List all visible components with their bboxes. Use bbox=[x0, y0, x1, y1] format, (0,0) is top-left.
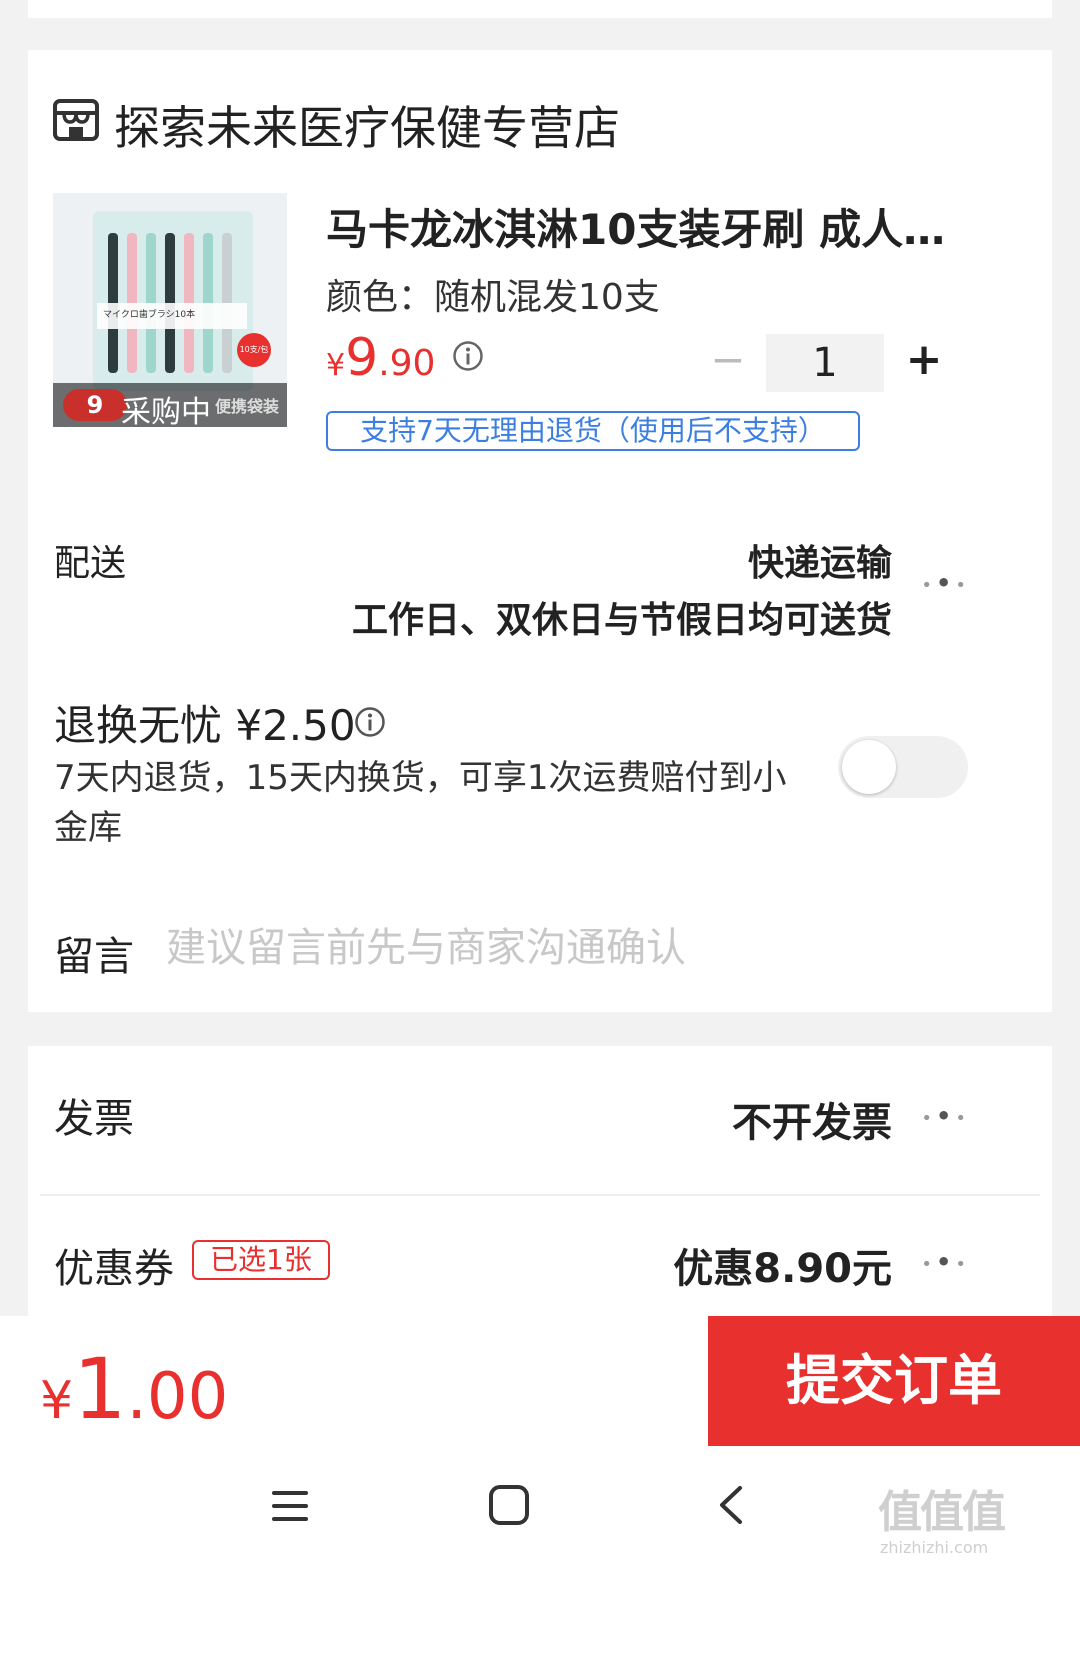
image-price-pill: 9 bbox=[63, 389, 127, 421]
menu-icon[interactable] bbox=[270, 1488, 310, 1524]
delivery-more-icon[interactable]: ••• bbox=[921, 569, 970, 597]
message-label: 留言 bbox=[54, 934, 134, 980]
bottom-bar: ¥1.00 提交订单 值值值 zhizhizhi.com bbox=[0, 1316, 1080, 1658]
product-image[interactable]: マイクロ歯ブラシ10本 10支/包 9 便携袋装 采购中 bbox=[53, 193, 287, 427]
return-policy-tag: 支持7天无理由退货（使用后不支持） bbox=[326, 411, 860, 451]
price-symbol: ¥ bbox=[326, 348, 346, 383]
order-card: 探索未来医疗保健专营店 マイクロ歯ブラシ10本 10支/包 9 便携袋装 采购中… bbox=[28, 50, 1052, 1012]
home-icon[interactable] bbox=[488, 1484, 530, 1526]
delivery-note[interactable]: 工作日、双休日与节假日均可送货 bbox=[352, 591, 892, 643]
message-input[interactable] bbox=[164, 918, 868, 978]
quantity-input[interactable]: 1 bbox=[766, 334, 884, 392]
return-service-title: 退换无忧 ¥2.50 bbox=[54, 701, 356, 750]
price-integer: 9 bbox=[345, 328, 379, 388]
coupon-more-icon[interactable]: ••• bbox=[921, 1248, 970, 1276]
return-service-info-icon[interactable] bbox=[354, 706, 386, 738]
product-title[interactable]: 马卡龙冰淇淋10支装牙刷 成人… bbox=[326, 196, 945, 257]
back-icon[interactable] bbox=[716, 1484, 746, 1526]
top-card-edge bbox=[28, 0, 1052, 18]
divider bbox=[40, 1194, 1040, 1196]
watermark-logo: 值值值 bbox=[878, 1487, 1006, 1538]
product-spec: 颜色：随机混发10支 bbox=[326, 277, 660, 318]
price-decimal: .90 bbox=[378, 343, 436, 384]
coupon-label: 优惠券 bbox=[54, 1246, 174, 1292]
return-service-desc-line2: 金库 bbox=[54, 808, 122, 848]
purchasing-overlay: 采购中 bbox=[121, 395, 211, 427]
quantity-plus-button[interactable]: + bbox=[900, 332, 948, 388]
store-name[interactable]: 探索未来医疗保健专营店 bbox=[114, 92, 620, 158]
total-decimal: .00 bbox=[126, 1360, 229, 1434]
delivery-label: 配送 bbox=[54, 543, 127, 584]
watermark-url: zhizhizhi.com bbox=[880, 1538, 989, 1557]
submit-order-button[interactable]: 提交订单 bbox=[708, 1316, 1080, 1446]
coupon-selected-badge: 已选1张 bbox=[192, 1240, 330, 1280]
store-icon bbox=[53, 99, 99, 141]
image-side-text: 便携袋装 bbox=[215, 397, 280, 416]
invoice-coupon-card: 发票 不开发票 ••• 优惠券 已选1张 优惠8.90元 ••• bbox=[28, 1046, 1052, 1316]
invoice-label: 发票 bbox=[54, 1096, 134, 1142]
coupon-value[interactable]: 优惠8.90元 bbox=[673, 1236, 892, 1294]
total-integer: 1 bbox=[73, 1340, 127, 1438]
image-price: 9 bbox=[86, 391, 104, 419]
invoice-more-icon[interactable]: ••• bbox=[921, 1102, 970, 1130]
pack-caption: マイクロ歯ブラシ10本 bbox=[103, 310, 196, 320]
invoice-value[interactable]: 不开发票 bbox=[732, 1090, 892, 1148]
quantity-minus-button[interactable]: − bbox=[708, 332, 748, 388]
return-service-desc-line1: 7天内退货，15天内换货，可享1次运费赔付到小 bbox=[54, 758, 787, 798]
return-service-toggle[interactable] bbox=[838, 736, 968, 798]
toggle-knob bbox=[842, 740, 896, 794]
pack-badge: 10支/包 bbox=[237, 333, 271, 367]
price-info-icon[interactable] bbox=[452, 340, 484, 372]
total-symbol: ¥ bbox=[40, 1371, 74, 1431]
total-price: ¥1.00 bbox=[40, 1340, 228, 1438]
delivery-method[interactable]: 快递运输 bbox=[748, 534, 892, 586]
product-price: ¥9.90 bbox=[326, 328, 435, 388]
